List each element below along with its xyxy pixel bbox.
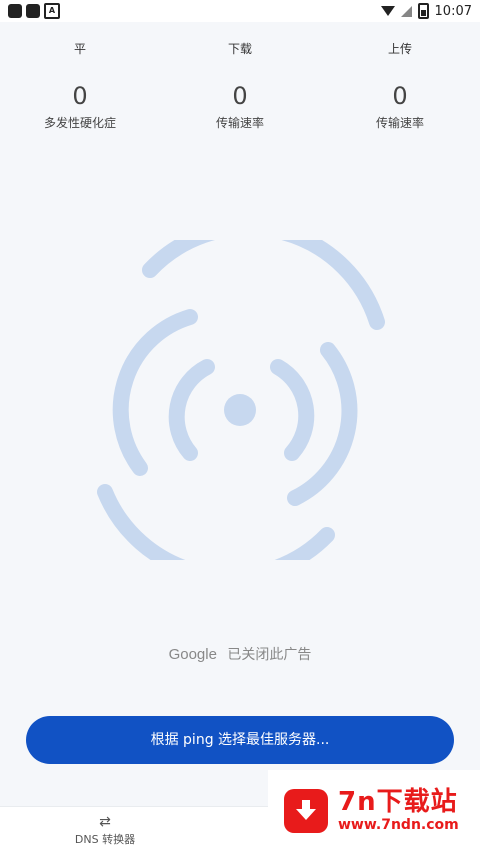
ad-closed-note: Google 已关闭此广告 (0, 644, 480, 664)
stat-unit: 多发性硬化症 (43, 116, 116, 130)
status-bar: A 10:07 (0, 0, 480, 22)
stat-upload: 上传 0 传输速率 (320, 40, 480, 131)
notification-icons: A (8, 3, 60, 19)
notification-icon (26, 4, 40, 18)
stat-unit: 传输速率 (215, 116, 264, 130)
notification-icon (8, 4, 22, 18)
stat-value: 0 (72, 82, 88, 110)
stat-value: 0 (232, 82, 248, 110)
download-arrow-icon (284, 789, 328, 833)
stat-unit: 传输速率 (375, 116, 424, 130)
ad-closed-text: 已关闭此广告 (227, 647, 312, 663)
wifi-icon (380, 6, 395, 16)
app-badge-icon: A (44, 3, 60, 19)
tab-label: DNS 转换器 (74, 833, 136, 846)
battery-icon (417, 3, 429, 19)
stat-label: 上传 (387, 42, 412, 56)
stat-download: 下载 0 传输速率 (160, 40, 320, 131)
clock: 10:07 (434, 3, 472, 19)
stats-row: 平 0 多发性硬化症 下载 0 传输速率 上传 0 传输速率 (0, 40, 480, 131)
select-best-server-button[interactable]: 根据 ping 选择最佳服务器... (26, 716, 454, 764)
stat-label: 平 (73, 42, 86, 56)
swap-arrows-icon: ⇄ (99, 814, 111, 830)
stat-value: 0 (392, 82, 408, 110)
signal-logo-icon (95, 219, 385, 585)
stat-label: 下载 (227, 42, 252, 56)
system-icons: 10:07 (380, 3, 472, 19)
watermark-logo: 7n下载站 www.7ndn.com (268, 770, 480, 852)
cell-signal-icon (400, 5, 412, 17)
watermark-title: 7n下载站 (338, 787, 458, 817)
tab-dns-changer[interactable]: ⇄ DNS 转换器 (5, 807, 205, 853)
watermark-url: www.7ndn.com (338, 817, 459, 833)
stat-ping: 平 0 多发性硬化症 (0, 40, 160, 131)
google-wordmark: Google (168, 646, 217, 663)
